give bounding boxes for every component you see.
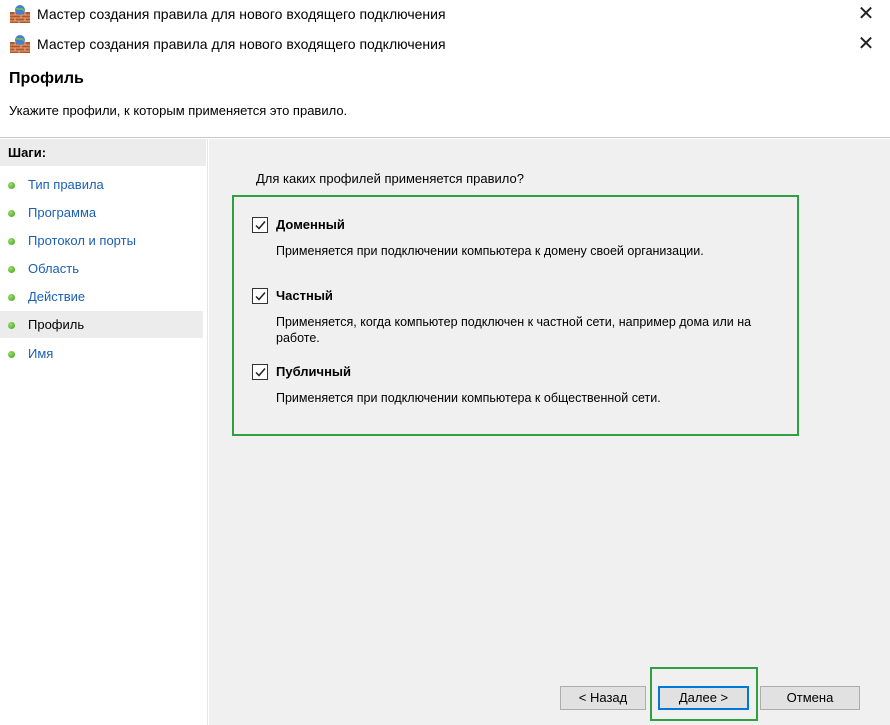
- step-complete-icon: [8, 182, 15, 189]
- sidebar-item-label: Имя: [28, 346, 54, 361]
- window-titlebar: Мастер создания правила для нового входя…: [0, 30, 890, 58]
- checkmark-icon: [255, 221, 266, 230]
- next-button[interactable]: Далее >: [658, 686, 749, 710]
- private-description: Применяется, когда компьютер подключен к…: [276, 315, 752, 345]
- sidebar-item-program[interactable]: Программа: [0, 199, 203, 226]
- wizard-header: Профиль Укажите профили, к которым приме…: [0, 58, 890, 138]
- sidebar-item-label: Программа: [28, 205, 97, 220]
- window-title: Мастер создания правила для нового входя…: [37, 6, 446, 22]
- checkmark-icon: [255, 368, 266, 377]
- profiles-question: Для каких профилей применяется правило?: [256, 171, 524, 186]
- sidebar-item-label: Протокол и порты: [28, 233, 136, 248]
- page-subtitle: Укажите профили, к которым применяется э…: [9, 103, 348, 118]
- window-title: Мастер создания правила для нового входя…: [37, 36, 446, 52]
- sidebar-item-label: Профиль: [28, 317, 85, 332]
- private-checkbox[interactable]: [252, 288, 268, 304]
- step-current-icon: [8, 322, 15, 329]
- domain-label[interactable]: Доменный: [276, 217, 345, 232]
- domain-checkbox[interactable]: [252, 217, 268, 233]
- back-button[interactable]: < Назад: [560, 686, 646, 710]
- step-complete-icon: [8, 238, 15, 245]
- page-title: Профиль: [9, 70, 84, 87]
- steps-sidebar: Шаги: Тип правила Программа Протокол и п…: [0, 139, 208, 725]
- close-icon[interactable]: ✕: [854, 2, 878, 26]
- sidebar-item-label: Тип правила: [28, 177, 104, 192]
- step-complete-icon: [8, 351, 15, 358]
- background-window-titlebar: Мастер создания правила для нового входя…: [0, 0, 890, 30]
- private-label[interactable]: Частный: [276, 288, 333, 303]
- cancel-button[interactable]: Отмена: [760, 686, 860, 710]
- sidebar-item-label: Действие: [28, 289, 86, 304]
- sidebar-item-scope[interactable]: Область: [0, 255, 203, 282]
- firewall-icon: [10, 5, 30, 23]
- sidebar-item-name[interactable]: Имя: [0, 340, 203, 367]
- wizard-content: Для каких профилей применяется правило? …: [209, 139, 890, 725]
- checkmark-icon: [255, 292, 266, 301]
- step-complete-icon: [8, 294, 15, 301]
- steps-heading: Шаги:: [0, 139, 206, 166]
- sidebar-item-protocol-ports[interactable]: Протокол и порты: [0, 227, 203, 254]
- sidebar-item-label: Область: [28, 261, 80, 276]
- step-complete-icon: [8, 266, 15, 273]
- sidebar-item-rule-type[interactable]: Тип правила: [0, 171, 203, 198]
- sidebar-item-action[interactable]: Действие: [0, 283, 203, 310]
- public-label[interactable]: Публичный: [276, 364, 351, 379]
- close-icon[interactable]: ✕: [854, 32, 878, 56]
- firewall-icon: [10, 35, 30, 53]
- domain-description: Применяется при подключении компьютера к…: [276, 244, 704, 258]
- sidebar-item-profile[interactable]: Профиль: [0, 311, 203, 338]
- public-description: Применяется при подключении компьютера к…: [276, 391, 661, 405]
- step-complete-icon: [8, 210, 15, 217]
- public-checkbox[interactable]: [252, 364, 268, 380]
